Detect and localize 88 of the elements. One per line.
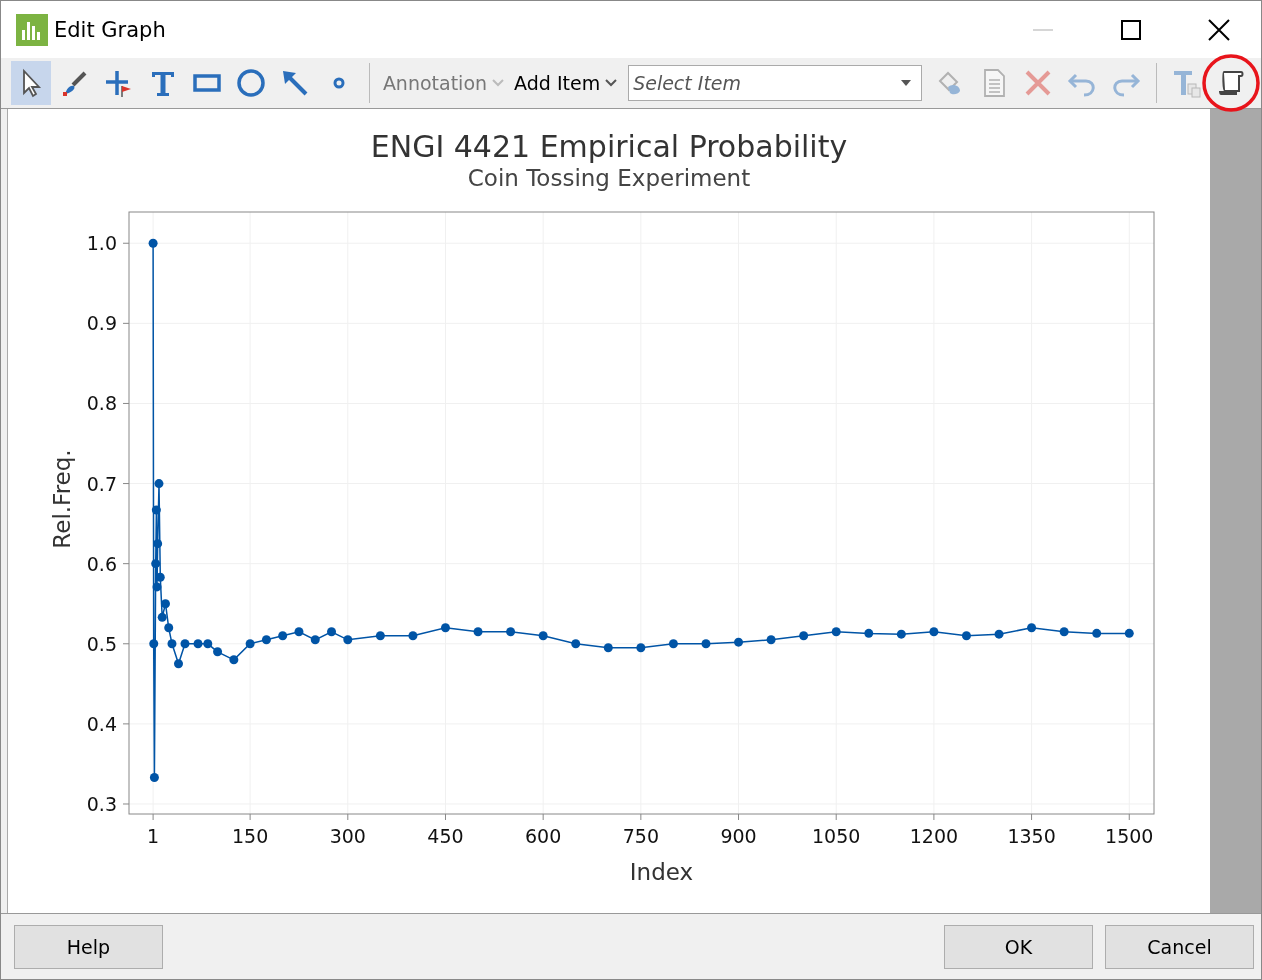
y-tick-label: 0.9 [86,312,117,335]
data-point [203,639,213,649]
y-tick-label: 1.0 [86,232,117,255]
menu-dropdown[interactable]: Add Item [511,72,621,94]
data-point [994,629,1004,639]
data-point [152,582,162,592]
data-point [149,639,159,649]
data-point [151,505,161,515]
data-point [766,635,776,645]
data-point [831,627,841,637]
x-tick-label: 1050 [812,825,861,847]
x-tick-label: 600 [525,825,562,847]
data-point [929,627,939,637]
data-point [538,631,548,641]
data-point [571,639,581,649]
dialog-button[interactable]: OK [944,924,1093,969]
graph-subtitle: Coin Tossing Experiment [467,165,751,191]
y-tick-label: 0.4 [86,712,117,735]
data-point [1092,628,1102,638]
y-tick-label: 0.7 [86,472,117,495]
chevron-icon [492,79,505,87]
data-point [310,635,320,645]
data-point [327,627,337,637]
x-tick-label: 1200 [909,825,959,847]
data-point [149,773,159,783]
data-point [375,631,385,641]
data-point [896,629,906,639]
y-axis-label: Rel.Freq. [49,449,75,549]
data-point [636,643,646,653]
data-point [180,639,190,649]
data-point [1059,627,1069,637]
data-point [151,559,161,569]
data-point [153,539,163,549]
graph-title: ENGI 4421 Empirical Probability [370,129,848,164]
data-point [148,238,158,248]
data-point [278,631,288,641]
data-point [213,647,223,657]
x-tick-label: 1500 [1105,825,1154,847]
x-tick-label: 1 [147,825,160,847]
data-point [160,599,170,609]
data-point [864,628,874,638]
data-point [343,635,353,645]
data-point [701,639,711,649]
data-point [473,627,483,637]
x-tick-label: 900 [720,825,757,847]
data-point [174,659,183,669]
help-button[interactable]: Help [14,924,163,969]
dialog-button[interactable]: Cancel [1105,924,1254,969]
select-item-field[interactable]: Select Item [628,65,922,101]
x-tick-label: 750 [622,825,659,847]
data-point [1027,623,1037,633]
x-tick-label: 450 [427,825,464,847]
y-tick-label: 0.6 [86,552,117,575]
maximize-icon[interactable] [1119,17,1143,42]
data-point [261,635,271,645]
data-point [164,623,174,633]
chart-app-icon [16,13,48,46]
data-point [441,623,450,633]
data-point [603,643,613,653]
data-point [154,479,164,489]
data-point [155,572,165,582]
y-tick-label: 0.5 [86,632,117,655]
data-point [961,631,971,641]
data-point [229,655,239,665]
x-tick-label: 150 [232,825,269,847]
ellipse-icon [234,67,267,99]
pointer-tool-button[interactable] [11,61,51,105]
data-point [1124,628,1134,638]
chevron-icon [605,79,618,87]
x-tick-label: 300 [329,825,366,847]
data-point [668,639,678,649]
data-point [734,637,744,647]
x-axis-label: Index [629,859,694,885]
data-point [167,639,177,649]
data-point [506,627,516,637]
dropdown-arrow-icon[interactable] [901,80,911,86]
data-point [245,639,255,649]
data-point [408,631,418,641]
y-tick-label: 0.8 [86,392,117,415]
window-title: Edit Graph [54,17,166,42]
data-point [294,627,304,637]
scrollbar[interactable] [1210,109,1261,913]
data-point [799,631,809,641]
close-icon[interactable] [1207,17,1231,42]
x-tick-label: 1350 [1007,825,1056,847]
data-point [157,612,167,622]
y-tick-label: 0.3 [86,793,117,815]
data-point [193,639,203,649]
